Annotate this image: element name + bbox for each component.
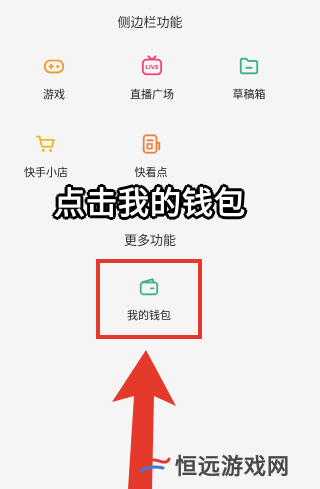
document-icon	[142, 134, 161, 154]
feature-drafts[interactable]: 草稿箱	[219, 55, 279, 102]
feature-kuaishou-shop[interactable]: 快手小店	[16, 133, 76, 180]
watermark-text: 恒远游戏网	[174, 455, 290, 480]
sidebar-features-page: 侧边栏功能 游戏 LIVE 直播广场 草稿箱 快手小店 快看点 点击我的钱包 更…	[0, 0, 300, 489]
svg-text:LIVE: LIVE	[145, 65, 159, 71]
feature-game-label: 游戏	[43, 88, 65, 101]
feature-drafts-label: 草稿箱	[232, 88, 266, 101]
feature-my-wallet-label: 我的钱包	[127, 309, 171, 322]
feature-live-square-label: 直播广场	[130, 88, 174, 101]
shopping-cart-icon	[35, 135, 55, 152]
logo-icon	[137, 457, 171, 473]
gamepad-icon	[43, 59, 65, 74]
feature-live-square[interactable]: LIVE 直播广场	[122, 55, 182, 102]
wallet-icon	[139, 278, 159, 296]
feature-kuaikandian[interactable]: 快看点	[121, 133, 181, 180]
feature-my-wallet[interactable]: 我的钱包	[119, 276, 179, 323]
folder-icon	[239, 57, 259, 75]
live-tv-icon: LIVE	[141, 55, 163, 76]
sidebar-section-title: 侧边栏功能	[117, 16, 183, 31]
more-section-title: 更多功能	[123, 234, 176, 249]
watermark: 恒远游戏网	[137, 449, 290, 481]
click-my-wallet-banner: 点击我的钱包	[54, 186, 246, 222]
feature-game[interactable]: 游戏	[24, 55, 84, 102]
